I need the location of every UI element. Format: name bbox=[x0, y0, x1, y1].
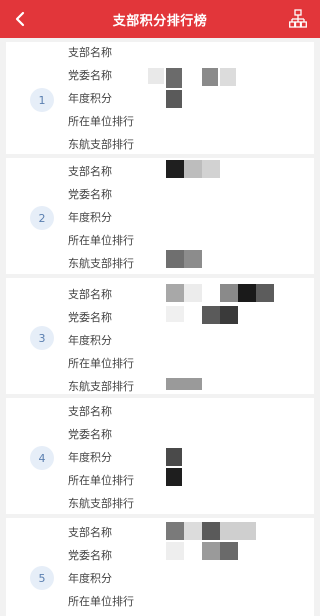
rank-badge: 3 bbox=[30, 326, 54, 350]
annual-score-label: 年度积分 bbox=[68, 451, 112, 464]
redacted-value bbox=[220, 284, 238, 302]
airline-branch-rank-label: 东航支部排行 bbox=[68, 138, 134, 151]
redacted-value bbox=[220, 68, 236, 86]
unit-rank-label: 所在单位排行 bbox=[68, 357, 134, 370]
redacted-value bbox=[202, 522, 220, 540]
unit-rank-label: 所在单位排行 bbox=[68, 474, 134, 487]
page-title: 支部积分排行榜 bbox=[112, 13, 208, 29]
committee-name-label: 党委名称 bbox=[68, 549, 112, 562]
committee-name-label: 党委名称 bbox=[68, 311, 112, 324]
rank-badge: 1 bbox=[30, 88, 54, 112]
unit-rank-label: 所在单位排行 bbox=[68, 115, 134, 128]
back-arrow-icon bbox=[15, 11, 25, 27]
redacted-value bbox=[166, 448, 182, 466]
redacted-value bbox=[166, 542, 184, 560]
ranking-card[interactable]: 2 支部名称 党委名称 年度积分 所在单位排行 东航支部排行 bbox=[6, 158, 314, 274]
back-button[interactable] bbox=[10, 9, 30, 29]
annual-score-label: 年度积分 bbox=[68, 211, 112, 224]
org-chart-icon bbox=[289, 9, 307, 28]
airline-branch-rank-label: 东航支部排行 bbox=[68, 380, 134, 393]
redacted-value bbox=[148, 68, 164, 84]
airline-branch-rank-label: 东航支部排行 bbox=[68, 497, 134, 510]
top-bar: 支部积分排行榜 bbox=[0, 0, 320, 38]
rank-badge: 5 bbox=[30, 566, 54, 590]
annual-score-label: 年度积分 bbox=[68, 572, 112, 585]
redacted-value bbox=[256, 284, 274, 302]
branch-name-label: 支部名称 bbox=[68, 405, 112, 418]
committee-name-label: 党委名称 bbox=[68, 428, 112, 441]
branch-name-label: 支部名称 bbox=[68, 165, 112, 178]
branch-name-label: 支部名称 bbox=[68, 526, 112, 539]
unit-rank-label: 所在单位排行 bbox=[68, 595, 134, 608]
ranking-card[interactable]: 3 支部名称 党委名称 年度积分 所在单位排行 东航支部排行 bbox=[6, 278, 314, 394]
redacted-value bbox=[166, 468, 182, 486]
committee-name-label: 党委名称 bbox=[68, 69, 112, 82]
redacted-value bbox=[166, 522, 184, 540]
ranking-card[interactable]: 4 支部名称 党委名称 年度积分 所在单位排行 东航支部排行 bbox=[6, 398, 314, 514]
redacted-value bbox=[184, 250, 202, 268]
redacted-value bbox=[184, 160, 202, 178]
redacted-value bbox=[202, 542, 220, 560]
rank-badge: 4 bbox=[30, 446, 54, 470]
redacted-value bbox=[166, 378, 202, 390]
annual-score-label: 年度积分 bbox=[68, 92, 112, 105]
redacted-value bbox=[166, 90, 182, 108]
redacted-value bbox=[184, 284, 202, 302]
redacted-value bbox=[220, 522, 256, 540]
redacted-value bbox=[184, 522, 202, 540]
rank-badge: 2 bbox=[30, 206, 54, 230]
redacted-value bbox=[220, 306, 238, 324]
annual-score-label: 年度积分 bbox=[68, 334, 112, 347]
redacted-value bbox=[238, 284, 256, 302]
redacted-value bbox=[202, 68, 218, 86]
committee-name-label: 党委名称 bbox=[68, 188, 112, 201]
org-chart-button[interactable] bbox=[288, 8, 308, 30]
redacted-value bbox=[166, 68, 182, 88]
redacted-value bbox=[220, 542, 238, 560]
redacted-value bbox=[166, 306, 184, 322]
airline-branch-rank-label: 东航支部排行 bbox=[68, 257, 134, 270]
branch-name-label: 支部名称 bbox=[68, 288, 112, 301]
redacted-value bbox=[166, 250, 184, 268]
redacted-value bbox=[202, 160, 220, 178]
redacted-value bbox=[202, 306, 220, 324]
redacted-value bbox=[166, 284, 184, 302]
ranking-card[interactable]: 1 支部名称 党委名称 年度积分 所在单位排行 东航支部排行 bbox=[6, 42, 314, 154]
redacted-value bbox=[166, 160, 184, 178]
ranking-card[interactable]: 5 支部名称 党委名称 年度积分 所在单位排行 bbox=[6, 518, 314, 616]
branch-name-label: 支部名称 bbox=[68, 46, 112, 59]
unit-rank-label: 所在单位排行 bbox=[68, 234, 134, 247]
